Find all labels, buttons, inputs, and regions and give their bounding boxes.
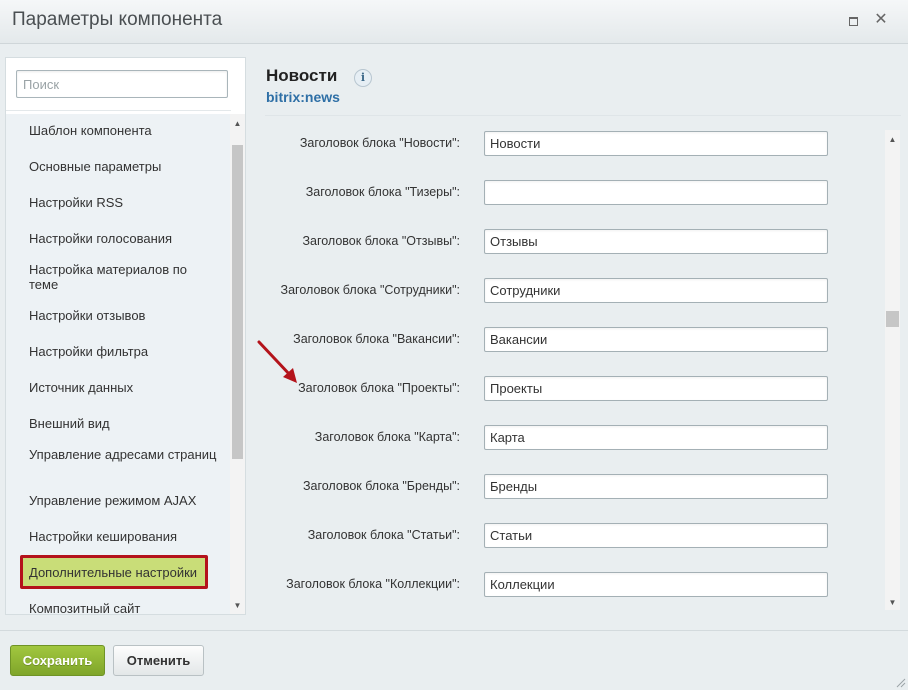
annotation-arrow-icon [257,340,297,383]
field-label-staff: Заголовок блока "Сотрудники": [280,283,460,297]
sidebar-item-data-source[interactable]: Источник данных [29,380,219,395]
field-input-map[interactable] [484,425,828,450]
sidebar-item-ajax[interactable]: Управление режимом AJAX [29,493,219,508]
field-label-brands: Заголовок блока "Бренды": [302,479,460,493]
panel-scrollbar-thumb[interactable] [886,311,899,327]
sidebar-item-page-addresses[interactable]: Управление адресами страниц [29,447,219,462]
field-input-teasers[interactable] [484,180,828,205]
divider [265,115,901,116]
sidebar-item-reviews[interactable]: Настройки отзывов [29,308,219,323]
field-input-reviews[interactable] [484,229,828,254]
sidebar-item-caching[interactable]: Настройки кеширования [29,529,219,544]
panel-scrollbar[interactable] [885,130,900,610]
close-icon[interactable]: ✕ [874,11,888,28]
field-label-reviews: Заголовок блока "Отзывы": [302,234,460,248]
field-input-articles[interactable] [484,523,828,548]
field-input-brands[interactable] [484,474,828,499]
field-input-projects[interactable] [484,376,828,401]
field-input-vacancies[interactable] [484,327,828,352]
field-label-collections: Заголовок блока "Коллекции": [286,577,460,591]
field-label-map: Заголовок блока "Карта": [314,430,460,444]
field-label-news: Заголовок блока "Новости": [299,136,460,150]
component-code: bitrix:news [266,89,340,105]
scroll-down-icon[interactable]: ▼ [886,598,899,608]
sidebar-item-template[interactable]: Шаблон компонента [29,123,219,138]
sidebar-menu: Шаблон компонента Основные параметры Нас… [6,114,231,614]
field-label-teasers: Заголовок блока "Тизеры": [305,185,460,199]
title-bar: Параметры компонента ✕ [0,0,908,44]
scroll-up-icon[interactable]: ▲ [886,135,899,145]
sidebar-item-composite-site[interactable]: Композитный сайт [29,601,219,614]
resize-grip-icon[interactable] [894,676,906,688]
field-label-articles: Заголовок блока "Статьи": [307,528,460,542]
field-input-collections[interactable] [484,572,828,597]
sidebar-item-appearance[interactable]: Внешний вид [29,416,219,431]
sidebar-item-rss[interactable]: Настройки RSS [29,195,219,210]
field-input-staff[interactable] [484,278,828,303]
sidebar-item-voting[interactable]: Настройки голосования [29,231,219,246]
divider [6,110,231,111]
info-icon[interactable]: i [354,69,372,87]
search-input[interactable] [16,70,228,98]
scroll-up-icon[interactable]: ▲ [232,119,243,129]
component-title: Новости [266,66,338,85]
maximize-icon[interactable] [846,14,860,28]
save-button[interactable]: Сохранить [10,645,105,676]
scroll-down-icon[interactable]: ▼ [232,601,243,611]
sidebar-item-filter[interactable]: Настройки фильтра [29,344,219,359]
field-input-news[interactable] [484,131,828,156]
window-title: Параметры компонента [12,9,223,30]
sidebar-item-main-params[interactable]: Основные параметры [29,159,219,174]
cancel-button[interactable]: Отменить [113,645,204,676]
sidebar-item-additional-settings[interactable]: Дополнительные настройки [20,555,208,589]
sidebar-item-related-materials[interactable]: Настройка материалов по теме [29,262,219,292]
sidebar: Шаблон компонента Основные параметры Нас… [5,57,246,615]
